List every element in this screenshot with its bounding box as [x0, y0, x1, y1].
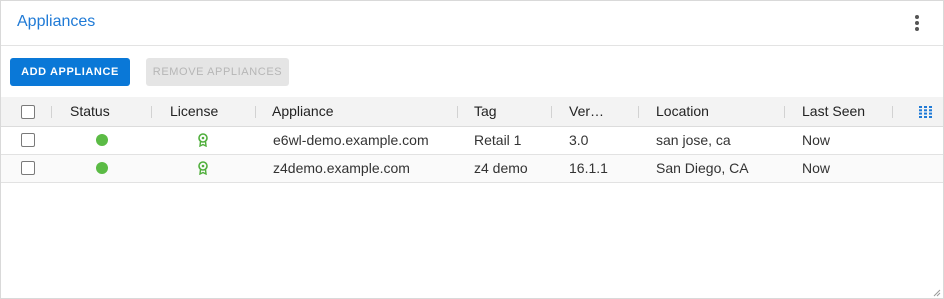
last-seen-cell: Now	[802, 160, 831, 176]
column-header-location[interactable]: Location	[656, 97, 709, 126]
resize-grip-icon[interactable]	[933, 289, 941, 297]
row-checkbox[interactable]	[21, 133, 35, 147]
appliances-panel: Appliances ADD APPLIANCE REMOVE APPLIANC…	[0, 0, 944, 299]
last-seen-cell: Now	[802, 132, 831, 148]
row-checkbox[interactable]	[21, 161, 35, 175]
status-online-dot-icon	[96, 162, 108, 174]
location-cell: san jose, ca	[656, 132, 731, 148]
select-all-checkbox[interactable]	[21, 105, 35, 119]
table-row[interactable]: e6wl-demo.example.com Retail 1 3.0 san j…	[1, 127, 943, 155]
column-header-status[interactable]: Status	[70, 97, 110, 126]
license-valid-icon	[198, 133, 208, 147]
column-header-appliance[interactable]: Appliance	[272, 97, 334, 126]
location-cell: San Diego, CA	[656, 160, 749, 176]
license-valid-icon	[198, 161, 208, 175]
panel-header: Appliances	[1, 1, 943, 46]
columns-icon[interactable]	[919, 106, 932, 118]
tag-cell: z4 demo	[474, 160, 528, 176]
remove-appliances-button: REMOVE APPLIANCES	[146, 58, 289, 86]
column-header-last-seen[interactable]: Last Seen	[802, 97, 865, 126]
status-online-dot-icon	[96, 134, 108, 146]
column-header-tag[interactable]: Tag	[474, 97, 497, 126]
column-header-version[interactable]: Ver…	[569, 97, 604, 126]
kebab-menu-icon[interactable]	[909, 13, 925, 33]
panel-title: Appliances	[17, 13, 96, 30]
column-header-license[interactable]: License	[170, 97, 218, 126]
add-appliance-button[interactable]: ADD APPLIANCE	[10, 58, 130, 86]
table-row[interactable]: z4demo.example.com z4 demo 16.1.1 San Di…	[1, 155, 943, 183]
appliance-cell: e6wl-demo.example.com	[273, 132, 429, 148]
version-cell: 3.0	[569, 132, 589, 148]
appliance-cell: z4demo.example.com	[273, 160, 410, 176]
table-header: Status License Appliance Tag Ver… Locati…	[1, 97, 943, 127]
tag-cell: Retail 1	[474, 132, 522, 148]
version-cell: 16.1.1	[569, 160, 608, 176]
